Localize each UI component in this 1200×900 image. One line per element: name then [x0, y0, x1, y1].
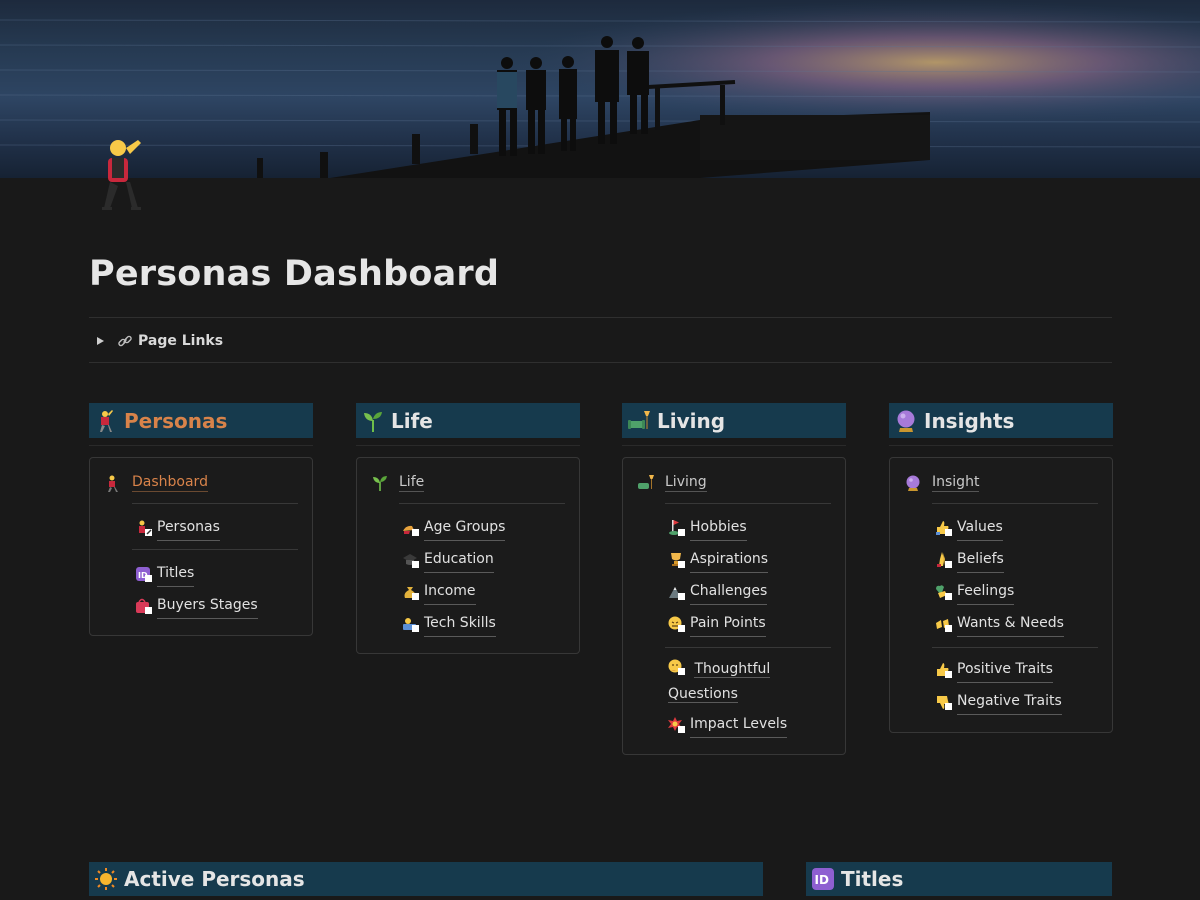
cover-image [0, 0, 1200, 178]
personas-link[interactable]: Personas [135, 515, 305, 541]
personas-heading: Personas [89, 403, 313, 438]
seedling-icon [364, 411, 382, 432]
pray-link-icon [937, 552, 952, 568]
couch-lamp-icon [628, 410, 650, 429]
graduation-cap-link-icon [403, 554, 419, 568]
card-separator [665, 647, 831, 648]
trophy-link-icon [671, 553, 685, 568]
money-bag-link-icon [404, 587, 419, 600]
buyers-stages-link[interactable]: Buyers Stages [135, 593, 305, 619]
heading-underline [889, 445, 1113, 446]
life-heading: Life [356, 403, 580, 438]
lake-pier-illustration [0, 0, 1200, 178]
thinking-face-link-icon [668, 659, 685, 675]
heart-hands-link-icon [936, 585, 952, 600]
card-separator [665, 503, 831, 504]
divider [89, 317, 1112, 318]
card-separator [932, 503, 1098, 504]
wants-needs-link[interactable]: Wants & Needs [935, 611, 1105, 637]
income-link[interactable]: Income [402, 579, 572, 605]
thumbs-up-link-icon [937, 663, 952, 678]
card-separator [132, 549, 298, 550]
pain-points-link[interactable]: Pain Points [668, 611, 838, 637]
insights-heading: Insights [889, 403, 1113, 438]
card-separator [132, 503, 298, 504]
open-hands-link-icon [936, 619, 952, 632]
page-links-toggle[interactable]: Page Links [89, 328, 223, 354]
crystal-ball-icon [897, 410, 915, 432]
heading-underline [622, 445, 846, 446]
page-links-label: Page Links [138, 333, 224, 349]
positive-traits-link[interactable]: Positive Traits [935, 657, 1105, 683]
thoughtful-questions-link[interactable]: Thoughtful Questions [668, 657, 808, 707]
toggle-triangle-icon[interactable] [97, 337, 104, 345]
feelings-link[interactable]: Feelings [935, 579, 1105, 605]
id-icon: ID [812, 868, 834, 890]
heading-underline [356, 445, 580, 446]
challenges-link[interactable]: Challenges [668, 579, 838, 605]
living-card: Living Hobbies Aspirations Challenges Pa… [622, 457, 846, 755]
titles-link[interactable]: ID Titles [135, 561, 305, 587]
insight-link[interactable]: Insight [904, 474, 980, 492]
personas-card: Dashboard Personas ID Titles Buyers Stag… [89, 457, 313, 636]
sun-icon [95, 868, 117, 890]
shopping-bag-link-icon [136, 598, 152, 614]
couch-lamp-icon [638, 475, 654, 489]
thumbs-up-link-icon [936, 521, 952, 536]
life-card: Life Age Groups Education Income Tech Sk… [356, 457, 580, 654]
person-raising-hand-icon [108, 475, 118, 492]
titles-heading: ID Titles [806, 862, 1112, 896]
education-link[interactable]: Education [402, 547, 572, 573]
collision-link-icon [668, 717, 685, 733]
aspirations-link[interactable]: Aspirations [668, 547, 838, 573]
thumbs-down-link-icon [937, 696, 952, 710]
page-title: Personas Dashboard [89, 254, 500, 294]
active-personas-heading: Active Personas [89, 862, 763, 896]
living-link[interactable]: Living [637, 474, 707, 492]
heading-underline [89, 445, 313, 446]
person-raising-hand-icon[interactable] [98, 138, 150, 214]
hand-link-icon [403, 525, 419, 536]
id-link-icon: ID [136, 567, 152, 582]
card-separator [932, 647, 1098, 648]
card-separator [399, 503, 565, 504]
mountain-link-icon [669, 587, 685, 600]
beliefs-link[interactable]: Beliefs [935, 547, 1105, 573]
impact-levels-link[interactable]: Impact Levels [668, 712, 838, 738]
person-raising-hand-icon [100, 409, 113, 432]
negative-traits-link[interactable]: Negative Traits [935, 689, 1105, 715]
living-heading: Living [622, 403, 846, 438]
golf-link-icon [669, 520, 685, 536]
link-icon [118, 335, 132, 347]
hobbies-link[interactable]: Hobbies [668, 515, 838, 541]
seedling-icon [373, 476, 387, 491]
age-groups-link[interactable]: Age Groups [402, 515, 572, 541]
tech-skills-link[interactable]: Tech Skills [402, 611, 572, 637]
insights-card: Insight Values Beliefs Feelings Wants & … [889, 457, 1113, 733]
face-pain-link-icon [668, 616, 685, 632]
divider [89, 362, 1112, 363]
life-link[interactable]: Life [371, 474, 425, 492]
dashboard-link[interactable]: Dashboard [104, 474, 208, 492]
person-link-icon [139, 520, 152, 536]
svg-text:ID: ID [815, 873, 829, 887]
values-link[interactable]: Values [935, 515, 1105, 541]
crystal-ball-icon [906, 475, 920, 491]
technologist-link-icon [403, 618, 419, 632]
